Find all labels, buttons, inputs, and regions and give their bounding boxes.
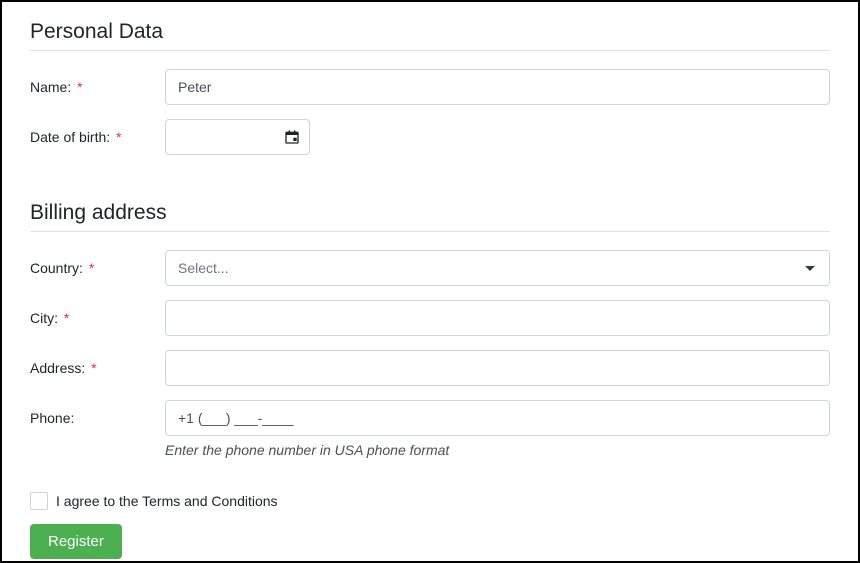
name-input[interactable] bbox=[165, 69, 830, 105]
section-title-personal: Personal Data bbox=[30, 20, 830, 44]
field-row-address: Address: * bbox=[30, 350, 830, 386]
label-text: City: bbox=[30, 310, 58, 326]
label-text: Date of birth: bbox=[30, 129, 110, 145]
required-marker: * bbox=[91, 360, 96, 376]
section-title-billing: Billing address bbox=[30, 201, 830, 225]
dob-field[interactable] bbox=[165, 119, 310, 155]
phone-input[interactable] bbox=[165, 400, 830, 436]
country-select[interactable]: Select... bbox=[165, 250, 830, 286]
phone-helper-text: Enter the phone number in USA phone form… bbox=[165, 442, 830, 458]
dob-calendar-button[interactable] bbox=[275, 120, 309, 154]
city-input[interactable] bbox=[165, 300, 830, 336]
dob-input[interactable] bbox=[166, 120, 275, 154]
register-button[interactable]: Register bbox=[30, 524, 122, 559]
label-name: Name: * bbox=[30, 79, 165, 95]
country-select-value: Select... bbox=[178, 260, 229, 276]
terms-row: I agree to the Terms and Conditions bbox=[30, 492, 830, 510]
calendar-icon bbox=[284, 129, 300, 145]
required-marker: * bbox=[77, 79, 82, 95]
field-row-city: City: * bbox=[30, 300, 830, 336]
field-row-name: Name: * bbox=[30, 69, 830, 105]
required-marker: * bbox=[89, 260, 94, 276]
divider bbox=[30, 231, 830, 232]
field-row-dob: Date of birth: * bbox=[30, 119, 830, 155]
label-city: City: * bbox=[30, 310, 165, 326]
chevron-down-icon bbox=[805, 266, 815, 271]
terms-label: I agree to the Terms and Conditions bbox=[56, 493, 278, 509]
form-container: Personal Data Name: * Date of birth: * bbox=[0, 0, 860, 563]
label-dob: Date of birth: * bbox=[30, 129, 165, 145]
label-text: Name: bbox=[30, 79, 71, 95]
label-country: Country: * bbox=[30, 260, 165, 276]
label-address: Address: * bbox=[30, 360, 165, 376]
terms-checkbox[interactable] bbox=[30, 492, 48, 510]
address-input[interactable] bbox=[165, 350, 830, 386]
label-phone: Phone: bbox=[30, 410, 165, 426]
label-text: Country: bbox=[30, 260, 83, 276]
label-text: Phone: bbox=[30, 410, 74, 426]
label-text: Address: bbox=[30, 360, 85, 376]
divider bbox=[30, 50, 830, 51]
field-row-country: Country: * Select... bbox=[30, 250, 830, 286]
field-row-phone: Phone: bbox=[30, 400, 830, 436]
required-marker: * bbox=[116, 129, 121, 145]
required-marker: * bbox=[64, 310, 69, 326]
